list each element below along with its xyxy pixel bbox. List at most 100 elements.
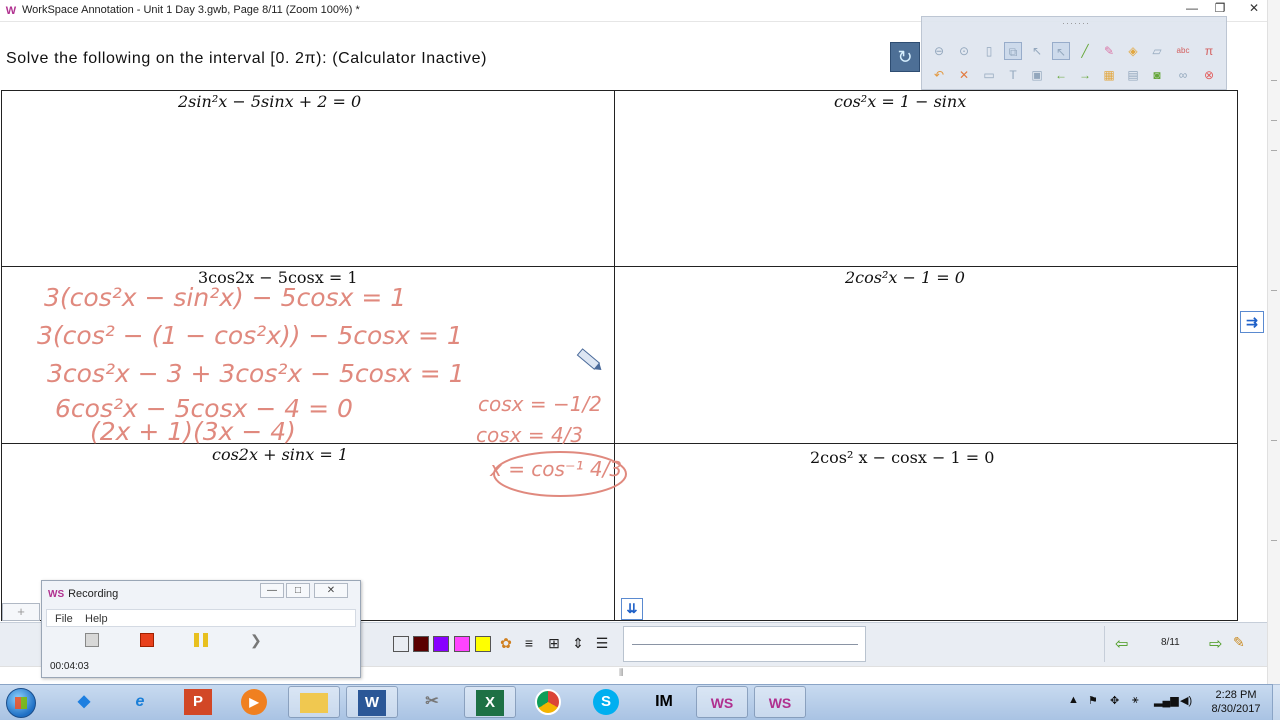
menu-file[interactable]: File [55, 613, 73, 625]
taskbar-clock[interactable]: 2:28 PM 8/30/2017 [1204, 688, 1268, 716]
page-thumbnail-strip[interactable] [623, 626, 866, 662]
link-icon[interactable]: ∞ [1174, 66, 1192, 84]
refresh-icon: ↻ [897, 47, 913, 67]
dropbox-icon[interactable]: ◆ [58, 686, 110, 718]
problem-grid [1, 90, 1238, 621]
internet-explorer-icon[interactable]: e [114, 686, 166, 718]
annotation-toolbar: ······· ⊖ ⊙ ▯ ⧉ ↖ ↖ ╱ ✎ ◈ ▱ abc π ↶ ✕ ▭ … [921, 16, 1227, 90]
previous-page-icon[interactable]: ⇦ [1115, 634, 1128, 654]
delete-icon[interactable]: ✕ [955, 66, 973, 84]
clock-date: 8/30/2017 [1211, 703, 1261, 715]
dropbox-tray-icon[interactable]: ✥ [1110, 694, 1119, 707]
annotate-icon[interactable]: ✎ [1233, 634, 1245, 651]
refresh-button[interactable]: ↻ [890, 42, 920, 72]
line-width-icon[interactable]: ≡ [520, 634, 538, 652]
scrollbar-grip-icon[interactable]: ⦀ [619, 668, 623, 679]
color-swatch-pink[interactable] [454, 636, 470, 652]
page-icon[interactable]: ▭ [980, 66, 998, 84]
color-swatch-yellow[interactable] [475, 636, 491, 652]
window-title: WorkSpace Annotation - Unit 1 Day 3.gwb,… [22, 4, 360, 16]
snipping-tool-icon[interactable]: ✂ [406, 686, 458, 718]
problem-4: 2cos²x − 1 = 0 [845, 268, 965, 287]
toolbar-grip[interactable]: ······· [1062, 18, 1090, 28]
problem-6: 2cos² x − cosx − 1 = 0 [810, 448, 995, 467]
tray-expand-icon[interactable]: ▲ [1068, 694, 1079, 706]
word-icon[interactable]: W [346, 686, 398, 718]
workspace-icon[interactable]: WS [696, 686, 748, 718]
back-icon[interactable]: ← [1052, 66, 1070, 84]
select-icon[interactable]: ↖ [1052, 42, 1070, 60]
eraser-icon[interactable]: ◈ [1124, 42, 1142, 60]
excel-icon[interactable]: X [464, 686, 516, 718]
record-button[interactable] [85, 633, 99, 647]
page-heading: Solve the following on the interval [0. … [6, 50, 488, 67]
mouse-icon[interactable]: ▯ [980, 42, 998, 60]
vertical-scrollbar[interactable] [1267, 0, 1280, 684]
start-button[interactable] [6, 688, 36, 718]
recording-window: WS Recording — □ ✕ File Help ❯ 00:04:03 [41, 580, 361, 678]
highlighter-icon[interactable]: ✎ [1100, 42, 1118, 60]
color-swatch-purple[interactable] [433, 636, 449, 652]
close-button[interactable]: ✕ [1240, 0, 1268, 18]
scroll-right-button[interactable]: ⇉ [1240, 311, 1264, 333]
table-icon[interactable]: ▦ [1100, 66, 1118, 84]
grid-divider-row1 [1, 266, 1238, 267]
ruler-icon[interactable]: ▱ [1148, 42, 1166, 60]
play-icon[interactable]: ❯ [250, 633, 264, 647]
recording-close-button[interactable]: ✕ [314, 583, 348, 598]
color-swatch-white[interactable] [393, 636, 409, 652]
volume-icon[interactable]: ◀) [1180, 694, 1192, 707]
next-page-icon[interactable]: ⇨ [1209, 634, 1222, 654]
problem-1: 2sin²x − 5sinx + 2 = 0 [178, 92, 362, 111]
grid-divider-row2 [1, 443, 1238, 444]
media-player-icon[interactable]: ▶ [228, 686, 280, 718]
app-logo-icon: W [5, 5, 17, 17]
action-center-icon[interactable]: ⚑ [1088, 694, 1098, 707]
minus-icon[interactable]: ⊖ [930, 42, 948, 60]
close-icon[interactable]: ⊗ [1200, 66, 1218, 84]
undo-icon[interactable]: ↶ [930, 66, 948, 84]
clock-time: 2:28 PM [1215, 689, 1257, 701]
problem-5: cos2x + sinx = 1 [212, 445, 348, 464]
add-page-button[interactable]: + [2, 603, 40, 621]
workspace-recorder-icon[interactable]: WS [754, 686, 806, 718]
pause-button[interactable] [194, 633, 208, 647]
dropdown-icon[interactable]: ⊙ [955, 42, 973, 60]
network-icon[interactable]: ▂▄▆ [1154, 694, 1179, 707]
pointer-icon[interactable]: ↖ [1028, 42, 1046, 60]
recording-minimize-button[interactable]: — [260, 583, 284, 598]
im-icon[interactable]: IM [638, 686, 690, 718]
problem-2: cos²x = 1 − sinx [834, 92, 967, 111]
powerpoint-icon[interactable]: P [172, 686, 224, 718]
problem-3: 3cos2x − 5cosx = 1 [198, 268, 358, 287]
scroll-down-button[interactable]: ⇊ [621, 598, 643, 620]
line-spacing-icon[interactable]: ⇕ [569, 634, 587, 652]
camera-icon[interactable]: ◙ [1148, 66, 1166, 84]
color-swatch-maroon[interactable] [413, 636, 429, 652]
text-icon[interactable]: abc [1174, 42, 1192, 60]
elapsed-time: 00:04:03 [50, 661, 89, 672]
page-indicator: 8/11 [1161, 637, 1180, 648]
recording-title: WS Recording [48, 588, 119, 600]
copy-icon[interactable]: ⧉ [1004, 42, 1022, 60]
textbox-icon[interactable]: T [1004, 66, 1022, 84]
chrome-icon[interactable] [522, 686, 574, 718]
recording-maximize-button[interactable]: □ [286, 583, 310, 598]
stop-button[interactable] [140, 633, 154, 647]
skype-icon[interactable]: S [580, 686, 632, 718]
forward-icon[interactable]: → [1076, 66, 1094, 84]
line-style-icon[interactable]: ☰ [593, 634, 611, 652]
screenshot-icon[interactable]: ▣ [1028, 66, 1046, 84]
recording-logo: WS [48, 589, 65, 600]
show-desktop-button[interactable] [1272, 684, 1280, 720]
math-icon[interactable]: π [1200, 42, 1218, 60]
save-icon[interactable]: ▤ [1124, 66, 1142, 84]
recording-menubar: File Help [46, 609, 356, 627]
transparency-icon[interactable]: ⊞ [545, 634, 563, 652]
palette-icon[interactable]: ✿ [497, 634, 515, 652]
menu-help[interactable]: Help [85, 613, 108, 625]
pen-icon[interactable]: ╱ [1076, 42, 1094, 60]
usb-icon[interactable]: ⚹ [1132, 694, 1139, 707]
page-navigator: ⇦ 8/11 ⇨ ✎ [1104, 626, 1254, 662]
file-explorer-icon[interactable] [288, 686, 340, 718]
